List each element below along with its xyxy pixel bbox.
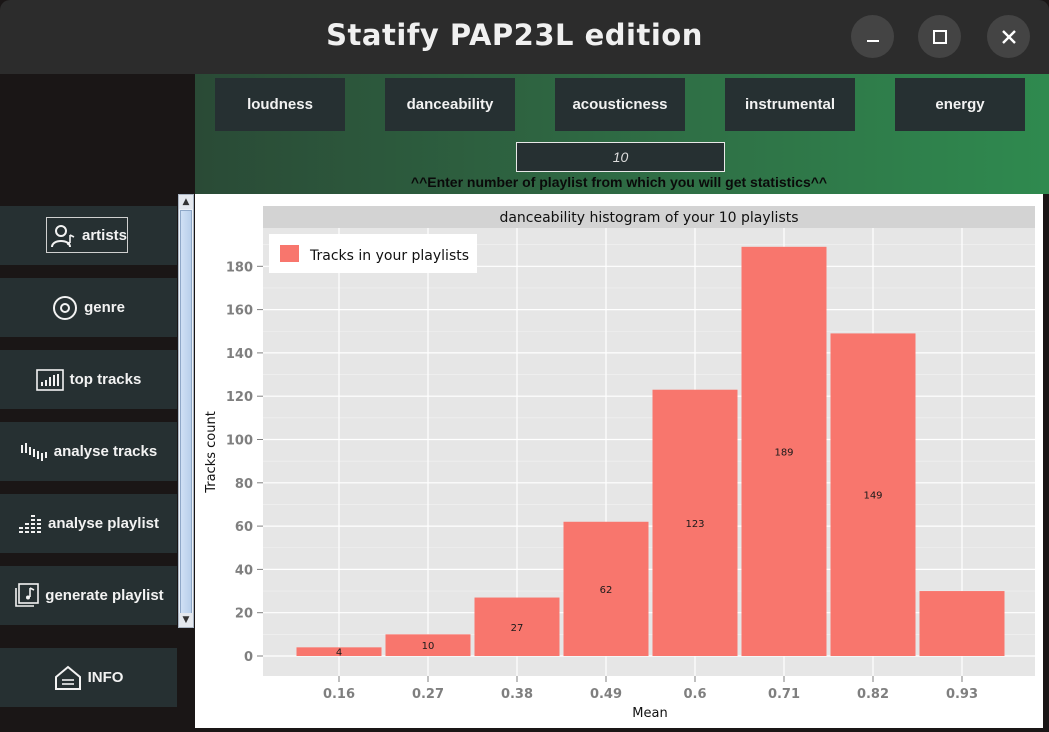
playlist-music-icon <box>15 582 40 607</box>
x-tick-label: 0.16 <box>323 687 355 702</box>
x-tick-label: 0.27 <box>412 687 444 702</box>
y-tick-label: 100 <box>226 434 253 449</box>
legend-label: Tracks in your playlists <box>309 248 469 264</box>
plot-background <box>263 228 1035 676</box>
tab-energy[interactable]: energy <box>895 78 1025 131</box>
maximize-icon <box>932 29 947 44</box>
sidebar-item-label: INFO <box>87 669 124 686</box>
histogram-chart: danceability histogram of your 10 playli… <box>204 206 1035 721</box>
x-tick-label: 0.93 <box>946 687 978 702</box>
bar-value-label: 62 <box>600 585 613 596</box>
sidebar-scrollbar[interactable]: ▲ ▼ <box>178 194 194 628</box>
scroll-thumb[interactable] <box>180 210 192 614</box>
minimize-button[interactable] <box>851 15 894 58</box>
close-icon <box>1001 29 1016 44</box>
sidebar-item-label: analyse playlist <box>48 515 159 532</box>
bar-value-label: 4 <box>336 648 342 659</box>
sidebar: artists genre top tracks analyse tracks … <box>0 194 195 728</box>
x-tick-label: 0.6 <box>683 687 706 702</box>
sidebar-item-genre[interactable]: genre <box>0 278 177 337</box>
window-edge <box>1043 194 1049 728</box>
sidebar-item-info[interactable]: INFO <box>0 648 177 707</box>
scroll-up-arrow-icon[interactable]: ▲ <box>179 195 193 209</box>
bar-value-label: 27 <box>511 623 524 634</box>
y-axis-title: Tracks count <box>204 411 219 494</box>
y-tick-label: 180 <box>226 260 253 275</box>
minimize-icon <box>866 39 879 42</box>
close-button[interactable] <box>987 15 1030 58</box>
app-body: loudness danceability acousticness instr… <box>0 74 1049 728</box>
y-tick-label: 80 <box>235 477 253 492</box>
sidebar-item-label: genre <box>84 299 125 316</box>
x-tick-label: 0.49 <box>590 687 622 702</box>
x-tick-label: 0.82 <box>857 687 889 702</box>
y-tick-label: 140 <box>226 347 253 362</box>
maximize-button[interactable] <box>918 15 961 58</box>
playlist-count-hint: ^^Enter number of playlist from which yo… <box>410 174 828 190</box>
chart-title: danceability histogram of your 10 playli… <box>499 210 798 226</box>
y-tick-label: 60 <box>235 520 253 535</box>
x-axis-title: Mean <box>632 706 667 721</box>
y-tick-label: 120 <box>226 390 253 405</box>
y-tick-label: 160 <box>226 304 253 319</box>
equalizer-icon <box>19 514 42 533</box>
bar-value-label: 123 <box>685 519 704 530</box>
bar-value-label: 149 <box>863 491 882 502</box>
y-tick-label: 40 <box>235 563 253 578</box>
tab-loudness[interactable]: loudness <box>215 78 345 131</box>
histogram-panel: danceability histogram of your 10 playli… <box>195 194 1049 728</box>
sidebar-item-label: top tracks <box>69 371 142 388</box>
legend: Tracks in your playlists <box>269 234 477 273</box>
window-titlebar: Statify PAP23L edition <box>0 0 1049 74</box>
tab-danceability[interactable]: danceability <box>385 78 515 131</box>
sidebar-item-artists[interactable]: artists <box>0 206 177 265</box>
playlist-count-input[interactable]: 10 <box>516 142 725 172</box>
x-tick-label: 0.38 <box>501 687 533 702</box>
sidebar-item-generate-playlist[interactable]: generate playlist <box>0 566 177 625</box>
y-tick-label: 20 <box>235 607 253 622</box>
sidebar-item-top-tracks[interactable]: top tracks <box>0 350 177 409</box>
sidebar-item-analyse-tracks[interactable]: analyse tracks <box>0 422 177 481</box>
bar-value-label: 189 <box>774 447 793 458</box>
home-icon <box>54 665 81 690</box>
scroll-down-arrow-icon[interactable]: ▼ <box>179 613 193 627</box>
y-tick-label: 0 <box>244 650 253 665</box>
x-tick-label: 0.71 <box>768 687 800 702</box>
focus-indicator <box>46 217 128 253</box>
histogram-bar <box>919 591 1005 656</box>
sidebar-item-label: generate playlist <box>45 587 164 604</box>
waveform-icon <box>20 442 47 461</box>
bars-chart-icon <box>35 368 64 391</box>
tab-instrumental[interactable]: instrumental <box>725 78 855 131</box>
tab-acousticness[interactable]: acousticness <box>555 78 685 131</box>
legend-swatch <box>280 245 299 262</box>
sidebar-item-analyse-playlist[interactable]: analyse playlist <box>0 494 177 553</box>
sidebar-item-label: analyse tracks <box>53 443 158 460</box>
statistics-toolbar: loudness danceability acousticness instr… <box>195 74 1049 194</box>
disc-icon <box>53 295 78 320</box>
bar-value-label: 10 <box>422 641 435 652</box>
